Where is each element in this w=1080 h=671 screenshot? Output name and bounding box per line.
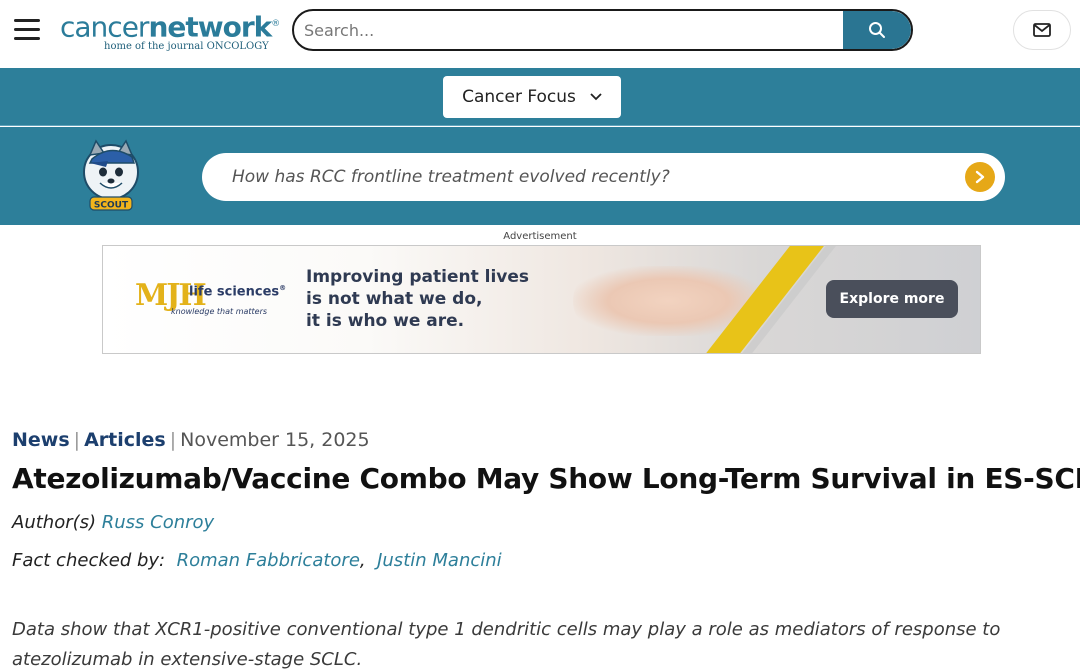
author-line: Author(s) Russ Conroy — [12, 510, 214, 536]
site-logo[interactable]: cancernetwork® home of the journal ONCOL… — [60, 8, 280, 56]
breadcrumb-separator: | — [73, 429, 81, 451]
ad-brand-tagline: knowledge that matters — [171, 307, 268, 316]
breadcrumb-news[interactable]: News — [12, 429, 70, 451]
cancer-focus-band: Cancer Focus — [0, 68, 1080, 126]
scout-band: SCOUT — [0, 127, 1080, 225]
search-icon — [869, 22, 885, 38]
fact-checker-link[interactable]: Justin Mancini — [377, 550, 502, 571]
site-header: cancernetwork® home of the journal ONCOL… — [0, 0, 1080, 68]
author-link[interactable]: Russ Conroy — [102, 512, 214, 533]
fact-check-line: Fact checked by: Roman Fabbricatore, Jus… — [12, 548, 502, 574]
search-button[interactable] — [843, 11, 911, 49]
ad-headline: Improving patient lives is not what we d… — [306, 267, 530, 331]
mail-icon — [1033, 23, 1051, 37]
ad-brand-name: life sciences® — [189, 284, 286, 299]
cancer-focus-dropdown[interactable]: Cancer Focus — [443, 76, 621, 118]
scout-question-input[interactable] — [202, 153, 942, 201]
article-summary: Data show that XCR1-positive conventiona… — [12, 619, 1001, 670]
fact-checker-link[interactable]: Roman Fabbricatore — [177, 550, 360, 571]
logo-registered-mark: ® — [271, 19, 280, 29]
fact-checked-label: Fact checked by: — [12, 550, 166, 571]
ad-brand-text: life sciences — [189, 284, 280, 300]
breadcrumb: News | Articles | November 15, 2025 — [12, 427, 370, 453]
search-bar — [292, 9, 913, 51]
article-title: Atezolizumab/Vaccine Combo May Show Long… — [12, 462, 1080, 495]
publish-date: November 15, 2025 — [180, 429, 370, 451]
scout-mascot-icon[interactable]: SCOUT — [78, 139, 144, 213]
logo-word-network: network — [148, 10, 272, 44]
search-input[interactable] — [294, 11, 844, 49]
scout-ask-bar — [202, 153, 1005, 201]
breadcrumb-separator: | — [169, 429, 177, 451]
advertisement-banner[interactable]: MJH life sciences® knowledge that matter… — [102, 245, 981, 354]
logo-tagline: home of the journal ONCOLOGY — [104, 41, 269, 53]
ad-explore-more-button[interactable]: Explore more — [826, 280, 958, 318]
fact-checker-separator: , — [359, 550, 366, 571]
logo-word-cancer: cancer — [60, 10, 149, 44]
logo-wordmark: cancernetwork® — [60, 8, 280, 43]
cancer-focus-label: Cancer Focus — [462, 87, 576, 107]
ad-brand-registered: ® — [279, 284, 287, 292]
scout-submit-button[interactable] — [965, 162, 995, 192]
chevron-down-icon — [590, 93, 602, 101]
hamburger-icon[interactable] — [14, 19, 40, 41]
advertisement-label: Advertisement — [503, 231, 577, 242]
newsletter-button[interactable] — [1013, 10, 1071, 50]
arrow-right-icon — [975, 170, 985, 184]
breadcrumb-articles[interactable]: Articles — [84, 429, 166, 451]
author-label: Author(s) — [12, 512, 97, 533]
scout-badge-text: SCOUT — [94, 201, 129, 211]
